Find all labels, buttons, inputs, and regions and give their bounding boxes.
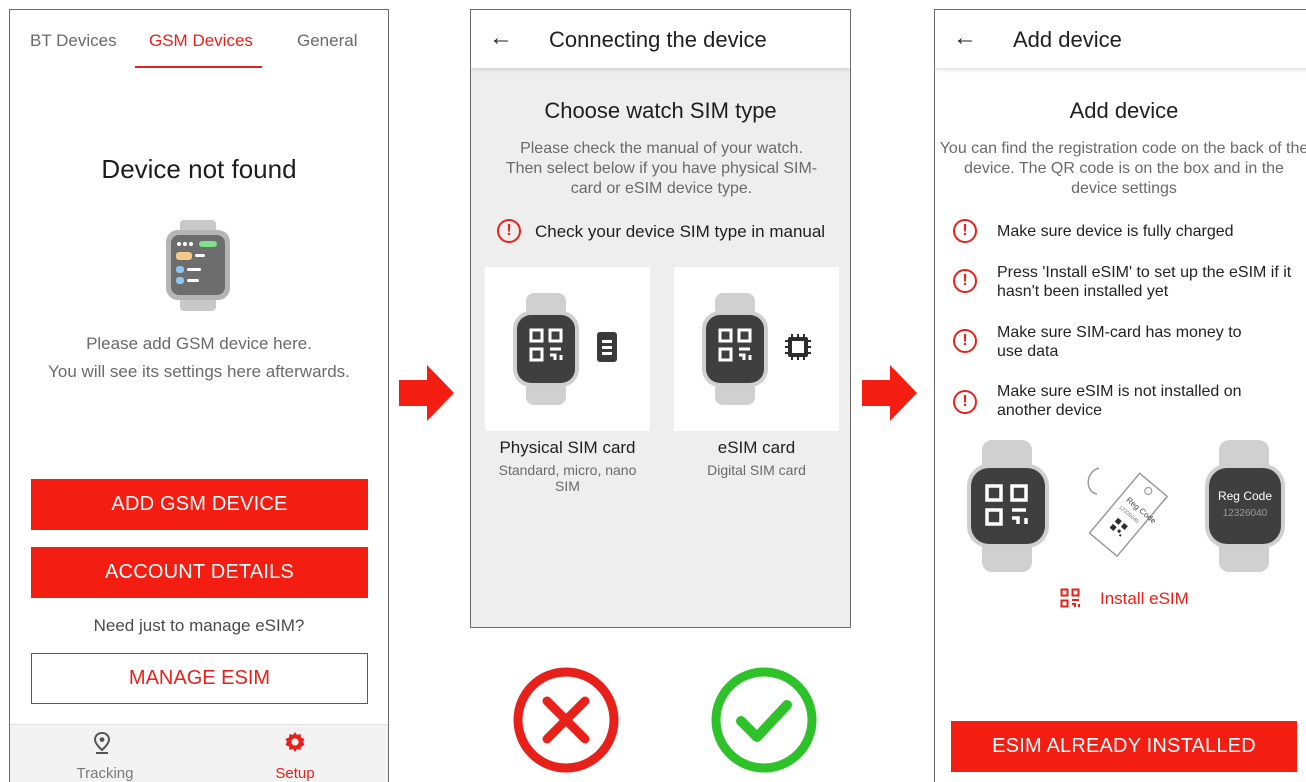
watch-physical-sim-icon [513,293,617,405]
manage-esim-prompt: Need just to manage eSIM? [93,616,305,635]
active-tab-indicator [135,66,262,68]
tab-bt-devices[interactable]: BT Devices [30,31,117,51]
nav-tracking[interactable]: Tracking [10,725,200,782]
section-heading: Add device [1069,98,1179,123]
esim-already-installed-button[interactable]: ESIM ALREADY INSTALLED [951,721,1297,772]
manage-esim-button[interactable]: MANAGE ESIM [31,653,368,704]
physical-sim-subtitle: Standard, micro, nano SIM [498,462,637,494]
bottom-navigation: Tracking Setup [10,724,388,782]
reg-code-tag-illustration: Reg Code 12326040 [1087,467,1169,558]
warning-text: Check your device SIM type in manual [535,222,826,241]
page-title: Device not found [101,154,297,184]
section-heading: Choose watch SIM type [544,98,777,123]
arrow-right-icon [399,365,454,421]
check-item: ! Make sure eSIM is not installed on ano… [953,382,1303,422]
check-text: Make sure device is fully charged [997,223,1234,240]
warning-icon: ! [953,390,977,414]
warning-icon: ! [953,329,977,353]
watch-qr-illustration [967,440,1049,572]
install-esim-label: Install eSIM [1100,589,1189,608]
gear-icon [285,732,305,752]
description-line-2: You will see its settings here afterward… [48,362,350,381]
nav-tracking-label: Tracking [76,765,134,782]
warning-icon: ! [497,219,521,243]
header-title: Add device [1013,27,1122,52]
physical-sim-option[interactable] [485,267,650,431]
physical-sim-title: Physical SIM card [499,438,636,457]
watch-esim-icon [702,293,811,405]
location-pin-icon [93,731,111,754]
esim-subtitle: Digital SIM card [707,462,806,478]
check-item: ! Make sure SIM-card has money to use da… [953,323,1303,363]
check-text: Make sure eSIM is not installed on anoth… [997,383,1242,419]
back-arrow-icon[interactable]: ← [953,24,977,52]
description-line-1: Please add GSM device here. [86,334,312,353]
watch-reg-code-label: Reg Code [1218,489,1272,503]
wrong-cross-icon [513,667,619,773]
tab-gsm-devices[interactable]: GSM Devices [149,31,253,51]
sim-type-warning: ! Check your device SIM type in manual [497,219,837,245]
section-description: Please check the manual of your watch. T… [505,140,818,197]
qr-code-icon [1060,588,1080,608]
warning-icon: ! [953,219,977,243]
nav-setup[interactable]: Setup [200,725,388,782]
nav-setup-label: Setup [275,765,315,782]
add-gsm-device-button[interactable]: ADD GSM DEVICE [31,479,368,530]
watch-reg-code-value: 12326040 [1223,508,1268,519]
install-esim-link[interactable]: Install eSIM [1060,588,1200,612]
app-header: ← Add device [935,10,1306,68]
check-text: Press 'Install eSIM' to set up the eSIM … [997,264,1292,300]
correct-check-icon [711,667,817,773]
arrow-right-icon [862,365,917,421]
check-text: Make sure SIM-card has money to use data [997,324,1242,360]
check-item: ! Press 'Install eSIM' to set up the eSI… [953,263,1303,303]
add-device-screen: ← Add device Add device You can find the… [934,9,1306,782]
tab-general[interactable]: General [297,31,357,51]
warning-icon: ! [953,269,977,293]
app-header: ← Connecting the device [471,10,850,68]
check-item: ! Make sure device is fully charged [953,219,1303,245]
account-details-button[interactable]: ACCOUNT DETAILS [31,547,368,598]
header-title: Connecting the device [549,27,767,52]
esim-title: eSIM card [717,438,796,457]
gsm-devices-screen: BT Devices GSM Devices General Device no… [9,9,389,782]
connecting-device-screen: ← Connecting the device Choose watch SIM… [470,9,851,628]
back-arrow-icon[interactable]: ← [489,24,513,52]
esim-option[interactable] [674,267,839,431]
watch-icon [166,220,230,311]
watch-reg-code-illustration: Reg Code 12326040 [1205,440,1285,572]
section-description: You can find the registration code on th… [939,140,1306,197]
